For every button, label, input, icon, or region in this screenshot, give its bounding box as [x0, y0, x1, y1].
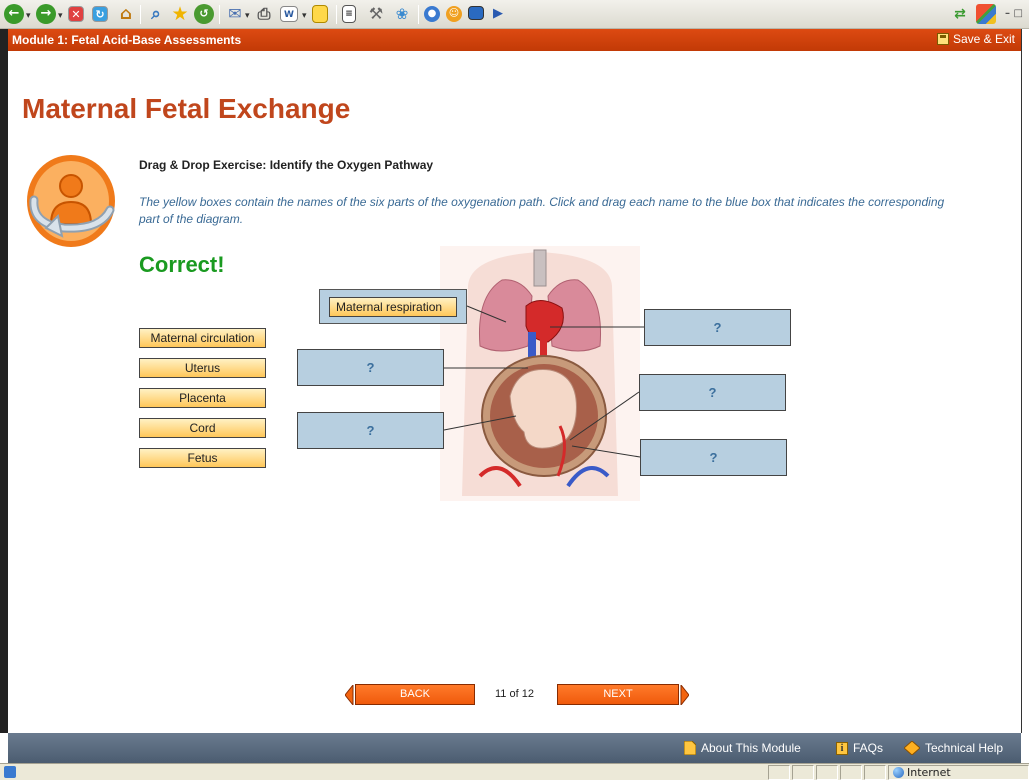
next-arrow-icon[interactable]: [680, 685, 689, 705]
media-icon[interactable]: ●: [424, 6, 440, 22]
drop-target-filled[interactable]: Maternal respiration: [319, 289, 467, 324]
toolbar-separator: [418, 5, 419, 24]
drop-target-2[interactable]: ?: [297, 349, 444, 386]
back-arrow-icon[interactable]: [345, 685, 354, 705]
browser-toolbar: ← ▾ → ▾ ✕ ↻ ⌂ ⌕ ★ ↺ ✉ ▾ ⎙ W ▾ ≡ ⚒ ❀ ● ☺ …: [0, 0, 1029, 29]
zone-label: Internet: [907, 766, 951, 779]
security-zone: Internet: [888, 765, 1029, 780]
status-cell: [864, 765, 886, 780]
history-icon[interactable]: ↺: [194, 4, 214, 24]
forward-icon[interactable]: →: [36, 4, 56, 24]
messenger-icon[interactable]: ⚒: [366, 4, 386, 24]
anatomy-diagram: [440, 246, 640, 501]
back-icon[interactable]: ←: [4, 4, 24, 24]
drag-item-placenta[interactable]: Placenta: [139, 388, 266, 408]
drag-item-maternal-respiration[interactable]: Maternal respiration: [329, 297, 457, 317]
home-icon[interactable]: ⌂: [116, 4, 136, 24]
toolbar-separator: [219, 5, 220, 24]
globe-icon: [893, 767, 904, 778]
edit-icon[interactable]: W: [280, 6, 298, 22]
technical-help-label: Technical Help: [925, 741, 1004, 755]
status-cell: [816, 765, 838, 780]
status-cell: [840, 765, 862, 780]
module-title: Module 1: Fetal Acid-Base Assessments: [12, 33, 242, 47]
drag-item-uterus[interactable]: Uterus: [139, 358, 266, 378]
faqs-label: FAQs: [853, 741, 884, 755]
help-diamond-icon: [904, 741, 920, 755]
feedback-correct: Correct!: [139, 252, 225, 277]
drag-item-fetus[interactable]: Fetus: [139, 448, 266, 468]
save-icon: [936, 33, 949, 45]
about-module-label: About This Module: [701, 741, 801, 755]
save-exit-label: Save & Exit: [952, 32, 1015, 46]
refresh-icon[interactable]: ↻: [92, 6, 108, 22]
module-header: Module 1: Fetal Acid-Base Assessments Sa…: [8, 29, 1021, 51]
back-dropdown-icon[interactable]: ▾: [26, 11, 31, 21]
forward-dropdown-icon[interactable]: ▾: [58, 11, 63, 21]
scrollbar[interactable]: [1021, 29, 1029, 733]
favorites-icon[interactable]: ★: [170, 4, 190, 24]
save-exit-button[interactable]: Save & Exit: [936, 32, 1015, 46]
info-icon: i: [836, 741, 848, 755]
stop-icon[interactable]: ✕: [68, 6, 84, 22]
drop-target-1[interactable]: ?: [644, 309, 791, 346]
exercise-icon: [27, 155, 115, 247]
page-counter: 11 of 12: [495, 688, 534, 700]
toolbar-separator: [140, 5, 141, 24]
edit-dropdown-icon[interactable]: ▾: [302, 11, 307, 21]
back-button[interactable]: BACK: [355, 684, 475, 705]
status-cell: [792, 765, 814, 780]
page-status-icon: [4, 766, 16, 778]
print-icon[interactable]: ⎙: [254, 4, 274, 24]
footer-bar: About This Module i FAQs Technical Help: [8, 733, 1021, 763]
exercise-title: Drag & Drop Exercise: Identify the Oxyge…: [139, 158, 434, 172]
technical-help-link[interactable]: Technical Help: [904, 741, 1003, 755]
toolbar-separator: [336, 5, 337, 24]
drop-target-3[interactable]: ?: [639, 374, 786, 411]
browser-status-bar: Internet: [0, 763, 1029, 780]
discuss-icon[interactable]: [312, 5, 328, 23]
screen-icon[interactable]: [468, 6, 484, 20]
tools-icon[interactable]: ❀: [392, 4, 412, 24]
document-icon: [684, 741, 696, 755]
mail-icon[interactable]: ✉: [225, 4, 245, 24]
about-module-link[interactable]: About This Module: [684, 741, 801, 755]
exercise-instructions: The yellow boxes contain the names of th…: [139, 195, 945, 226]
drag-item-cord[interactable]: Cord: [139, 418, 266, 438]
drop-target-4[interactable]: ?: [297, 412, 444, 449]
search-icon[interactable]: ⌕: [146, 4, 166, 24]
research-icon[interactable]: ≡: [342, 5, 356, 23]
browser-window: ← ▾ → ▾ ✕ ↻ ⌂ ⌕ ★ ↺ ✉ ▾ ⎙ W ▾ ≡ ⚒ ❀ ● ☺ …: [0, 0, 1029, 780]
window-controls-icon[interactable]: – □: [1000, 4, 1028, 24]
sync-icon[interactable]: ⇄: [950, 4, 970, 24]
drag-item-maternal-circulation[interactable]: Maternal circulation: [139, 328, 266, 348]
left-frame-edge: [0, 29, 8, 733]
faqs-link[interactable]: i FAQs: [836, 741, 883, 755]
arrow-icon[interactable]: ▶: [488, 4, 508, 24]
page-title: Maternal Fetal Exchange: [22, 93, 351, 124]
status-cell: [768, 765, 790, 780]
mail-dropdown-icon[interactable]: ▾: [245, 11, 250, 21]
bookmark-icon[interactable]: ☺: [446, 6, 462, 22]
drop-target-5[interactable]: ?: [640, 439, 787, 476]
windows-logo-icon: [976, 4, 996, 24]
page-navigation: BACK 11 of 12 NEXT: [345, 684, 695, 706]
next-button[interactable]: NEXT: [557, 684, 679, 705]
